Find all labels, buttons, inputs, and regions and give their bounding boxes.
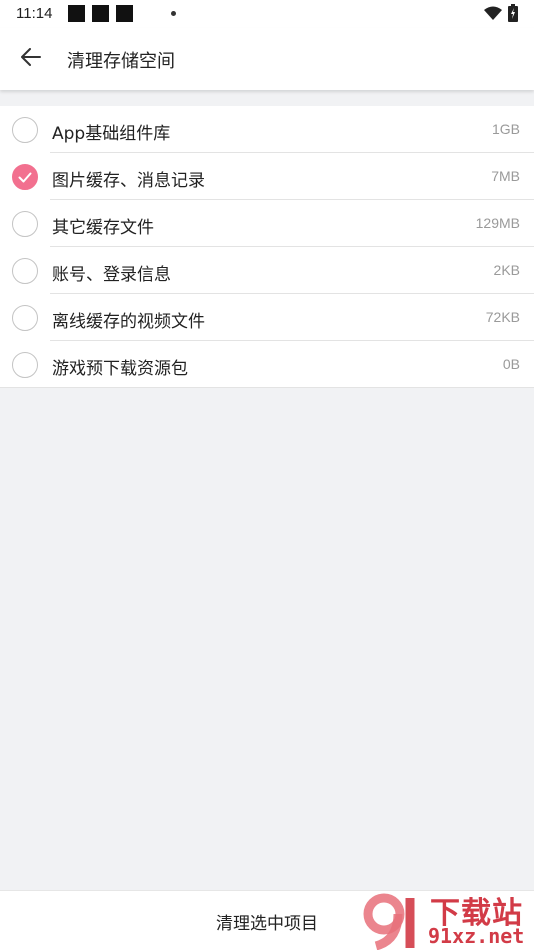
list-item[interactable]: 离线缓存的视频文件 72KB (0, 294, 534, 341)
item-label: App基础组件库 (52, 124, 171, 144)
checkbox[interactable] (12, 258, 38, 284)
item-label: 游戏预下载资源包 (52, 359, 188, 379)
item-label: 其它缓存文件 (52, 218, 154, 238)
list-item[interactable]: 游戏预下载资源包 0B (0, 341, 534, 388)
checkbox[interactable] (12, 164, 38, 190)
list-item[interactable]: App基础组件库 1GB (0, 106, 534, 153)
item-label: 图片缓存、消息记录 (52, 171, 205, 191)
item-size: 72KB (485, 309, 520, 325)
watermark: 下载站 91xz.net (362, 888, 534, 950)
notification-block-icon (68, 5, 85, 22)
storage-item-list: App基础组件库 1GB 图片缓存、消息记录 7MB 其它缓存文件 129MB … (0, 106, 534, 388)
checkbox[interactable] (12, 117, 38, 143)
checkbox[interactable] (12, 305, 38, 331)
list-item[interactable]: 图片缓存、消息记录 7MB (0, 153, 534, 200)
divider (0, 387, 534, 388)
item-size: 2KB (493, 262, 520, 278)
back-button[interactable] (12, 40, 50, 78)
wifi-icon (484, 6, 502, 25)
checkmark-icon (18, 168, 32, 187)
status-bar: 11:14 (0, 0, 534, 28)
app-bar: 清理存储空间 (0, 28, 534, 90)
item-size: 7MB (491, 168, 520, 184)
status-time: 11:14 (16, 5, 53, 22)
watermark-logo (362, 892, 424, 950)
watermark-url: 91xz.net (428, 924, 525, 948)
notification-block-icon (92, 5, 109, 22)
checkbox[interactable] (12, 211, 38, 237)
list-item[interactable]: 账号、登录信息 2KB (0, 247, 534, 294)
notification-block-icon (116, 5, 133, 22)
battery-icon (508, 4, 518, 26)
page-title: 清理存储空间 (67, 51, 175, 72)
item-size: 0B (502, 356, 520, 372)
item-label: 离线缓存的视频文件 (52, 312, 205, 332)
checkbox[interactable] (12, 352, 38, 378)
item-size: 1GB (491, 121, 520, 137)
item-size: 129MB (475, 215, 520, 231)
item-label: 账号、登录信息 (52, 265, 171, 285)
arrow-left-icon (21, 48, 41, 70)
list-item[interactable]: 其它缓存文件 129MB (0, 200, 534, 247)
dot-icon (171, 11, 176, 16)
